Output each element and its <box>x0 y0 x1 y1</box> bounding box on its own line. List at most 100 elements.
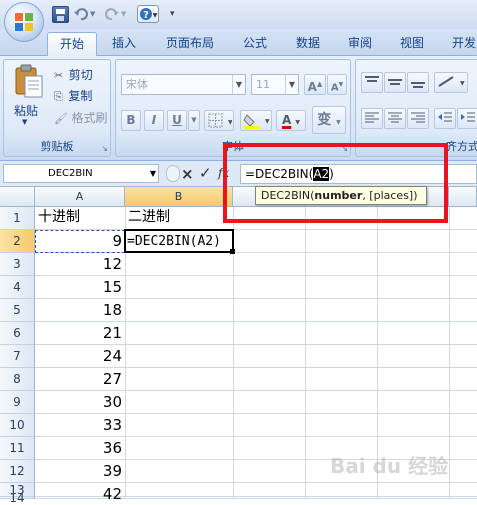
decrease-indent-button[interactable] <box>434 108 456 129</box>
tab-formulas[interactable]: 公式 <box>236 32 274 56</box>
cell-a5[interactable]: 18 <box>35 300 122 320</box>
cell-a8[interactable]: 27 <box>35 369 122 389</box>
align-middle-button[interactable] <box>384 72 406 93</box>
row-header[interactable]: 6 <box>0 322 35 345</box>
align-left-icon <box>365 112 379 123</box>
tab-insert[interactable]: 插入 <box>104 32 144 56</box>
orientation-button[interactable]: ▼ <box>434 72 468 93</box>
align-middle-icon <box>388 79 402 85</box>
row-header[interactable]: 10 <box>0 414 35 437</box>
grow-font-label: A <box>307 80 317 94</box>
chevron-down-icon: ▼ <box>232 75 245 94</box>
office-button[interactable] <box>4 2 44 42</box>
align-top-button[interactable] <box>361 72 383 93</box>
cell-b1[interactable]: 二进制 <box>128 207 170 227</box>
phonetic-label: 变 <box>317 112 332 128</box>
shrink-font-button[interactable]: A▼ <box>327 74 347 95</box>
referenced-cell-outline <box>35 230 125 253</box>
redo-icon[interactable] <box>103 6 120 23</box>
align-top-icon <box>365 76 379 82</box>
copy-icon: ⎘ <box>54 90 63 103</box>
tab-page-layout[interactable]: 页面布局 <box>158 32 222 56</box>
enter-button[interactable]: ✓ <box>199 164 212 182</box>
align-bottom-button[interactable] <box>407 72 429 93</box>
tab-developer[interactable]: 开发 <box>446 32 477 56</box>
alignment-group-label: 齐方式 <box>446 140 477 153</box>
font-color-button[interactable]: A ▼ <box>276 110 306 131</box>
increase-indent-button[interactable] <box>457 108 477 129</box>
row-header[interactable]: 3 <box>0 253 35 276</box>
indent-icon <box>461 112 475 122</box>
title-bar: ▼ ▼ ? ▼ ▾ <box>0 0 477 29</box>
cell-a10[interactable]: 33 <box>35 415 122 435</box>
name-box-splitter[interactable] <box>166 165 180 182</box>
undo-dropdown-icon[interactable]: ▼ <box>90 6 98 23</box>
column-header-b[interactable]: B <box>125 187 233 207</box>
copy-button[interactable]: ⎘ 复制 <box>54 87 92 103</box>
cell-a3[interactable]: 12 <box>35 254 122 274</box>
tab-data[interactable]: 数据 <box>289 32 327 56</box>
format-painter-button[interactable]: 🖌 格式刷 <box>54 109 107 125</box>
row-header[interactable]: 4 <box>0 276 35 299</box>
italic-button[interactable]: I <box>144 110 164 131</box>
borders-button[interactable]: ▼ <box>204 110 234 131</box>
copy-label: 复制 <box>68 89 93 103</box>
row-header[interactable]: 2 <box>0 230 35 253</box>
row-header[interactable]: 12 <box>0 460 35 483</box>
align-center-button[interactable] <box>384 108 406 129</box>
bold-button[interactable]: B <box>121 110 141 131</box>
font-name-combo[interactable]: 宋体 ▼ <box>121 74 246 95</box>
fill-handle[interactable] <box>230 249 235 254</box>
row-header[interactable]: 11 <box>0 437 35 460</box>
tab-review[interactable]: 审阅 <box>341 32 379 56</box>
cell-a13[interactable]: 42 <box>35 484 122 504</box>
cell-a7[interactable]: 24 <box>35 346 122 366</box>
cancel-button[interactable]: × <box>181 165 194 183</box>
tab-view[interactable]: 视图 <box>393 32 431 56</box>
font-size-combo[interactable]: 11 ▼ <box>251 74 299 95</box>
cell-a1[interactable]: 十进制 <box>38 207 80 227</box>
column-header-a[interactable]: A <box>35 187 125 207</box>
name-box-value: DEC2BIN <box>48 168 93 179</box>
save-icon[interactable] <box>52 6 69 23</box>
gridline <box>35 436 477 437</box>
cell-a4[interactable]: 15 <box>35 277 122 297</box>
cell-a11[interactable]: 36 <box>35 438 122 458</box>
indent-icon <box>438 112 452 122</box>
cell-a12[interactable]: 39 <box>35 461 122 481</box>
underline-button[interactable]: U <box>167 110 187 131</box>
font-size-value: 11 <box>256 78 270 91</box>
align-right-button[interactable] <box>407 108 429 129</box>
gridline <box>35 390 477 391</box>
active-cell-outline <box>124 229 234 253</box>
select-all-corner[interactable] <box>0 187 35 207</box>
gridline <box>35 344 477 345</box>
help-icon[interactable]: ? ▼ <box>137 5 159 23</box>
tab-home[interactable]: 开始 <box>47 32 97 57</box>
row-header[interactable]: 7 <box>0 345 35 368</box>
cut-button[interactable]: ✂ 剪切 <box>54 66 93 82</box>
row-header[interactable]: 9 <box>0 391 35 414</box>
cell-a9[interactable]: 30 <box>35 392 122 412</box>
align-left-button[interactable] <box>361 108 383 129</box>
row-header[interactable]: 1 <box>0 207 35 230</box>
brush-icon: 🖌 <box>54 112 68 125</box>
dialog-launcher-icon[interactable]: ↘ <box>101 144 108 153</box>
row-header[interactable]: 8 <box>0 368 35 391</box>
fill-color-button[interactable]: ▼ <box>240 110 272 131</box>
cell-a6[interactable]: 21 <box>35 323 122 343</box>
column-header[interactable] <box>449 187 477 207</box>
customize-qat-icon[interactable]: ▾ <box>170 6 180 23</box>
paste-button[interactable]: 粘贴 ▼ <box>8 62 48 132</box>
redo-dropdown-icon[interactable]: ▼ <box>121 6 129 23</box>
undo-icon[interactable] <box>73 6 90 23</box>
underline-dropdown-icon[interactable]: ▼ <box>188 110 200 131</box>
grow-font-button[interactable]: A▲ <box>304 74 326 95</box>
phonetic-button[interactable]: 变 ▼ <box>312 106 346 134</box>
row-header[interactable]: 5 <box>0 299 35 322</box>
ribbon-tabs: 开始 插入 页面布局 公式 数据 审阅 视图 开发 <box>0 29 477 57</box>
clipboard-group: 粘贴 ▼ ✂ 剪切 ⎘ 复制 🖌 格式刷 剪贴板 ↘ <box>3 59 111 157</box>
svg-text:?: ? <box>143 10 149 21</box>
svg-text:▼: ▼ <box>228 119 232 126</box>
name-box[interactable]: DEC2BIN ▼ <box>3 164 159 183</box>
